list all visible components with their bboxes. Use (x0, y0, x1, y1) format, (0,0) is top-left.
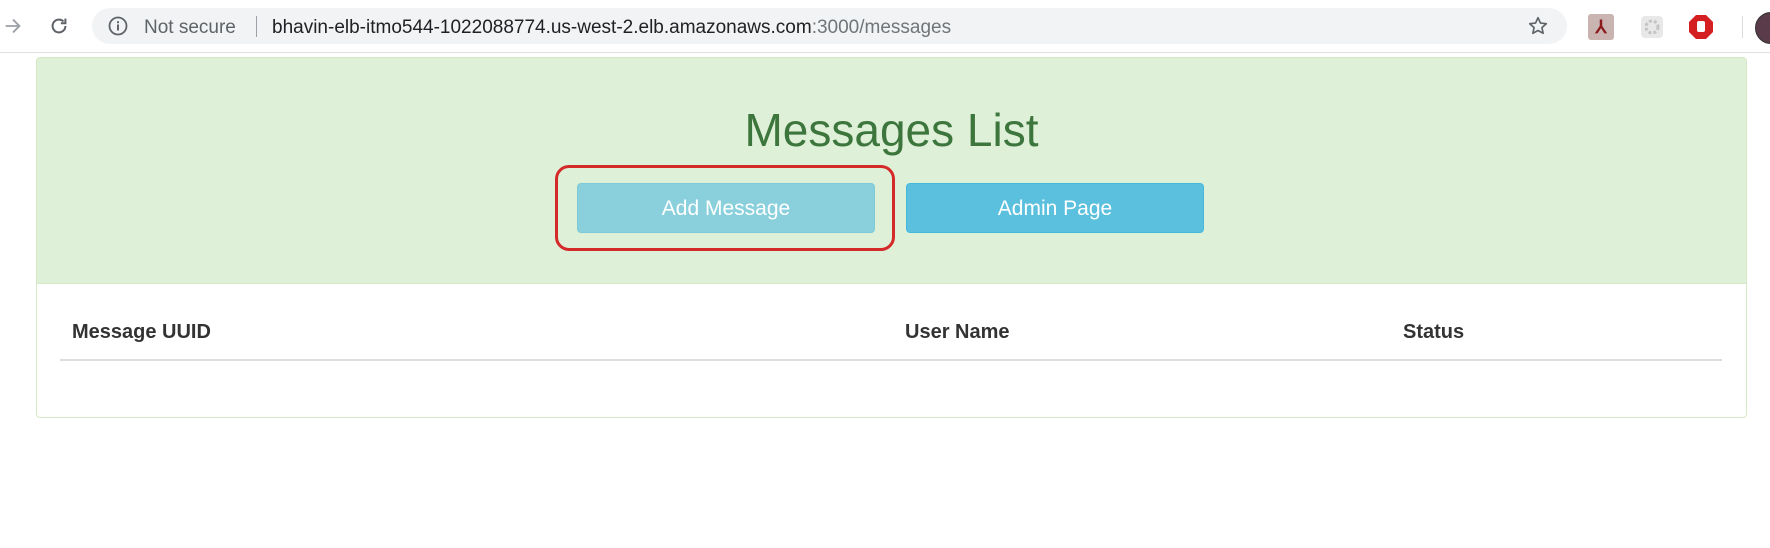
pdf-extension-icon[interactable]: ⅄ (1588, 14, 1614, 40)
url-host: bhavin-elb-itmo544-1022088774.us-west-2.… (272, 17, 812, 38)
column-header-message-uuid: Message UUID (72, 321, 211, 343)
column-header-user-name: User Name (905, 321, 1010, 343)
panel-heading: Messages List Add Message Admin Page (37, 58, 1746, 284)
page-title: Messages List (744, 104, 1039, 156)
bookmark-star-icon[interactable] (1527, 15, 1549, 37)
url-path: :3000/messages (811, 17, 952, 38)
add-message-button[interactable]: Add Message (577, 183, 875, 233)
profile-avatar[interactable] (1755, 12, 1770, 44)
admin-page-button[interactable]: Admin Page (906, 183, 1204, 233)
messages-panel: Messages List Add Message Admin Page Mes… (36, 57, 1747, 418)
adblock-extension-icon[interactable] (1688, 14, 1714, 40)
column-header-status: Status (1403, 321, 1465, 343)
address-bar[interactable]: Not secure bhavin-elb-itmo544-1022088774… (92, 8, 1567, 44)
omnibox-divider (256, 16, 257, 37)
reload-icon[interactable] (46, 13, 72, 39)
browser-toolbar: Not secure bhavin-elb-itmo544-1022088774… (0, 0, 1770, 53)
table-header-divider (60, 359, 1722, 361)
info-icon[interactable] (108, 16, 128, 36)
toolbar-divider (1742, 16, 1743, 38)
forward-icon[interactable] (0, 13, 26, 39)
gear-extension-icon[interactable] (1639, 14, 1665, 40)
security-label: Not secure (144, 17, 236, 38)
url-text[interactable]: bhavin-elb-itmo544-1022088774.us-west-2.… (272, 17, 951, 39)
